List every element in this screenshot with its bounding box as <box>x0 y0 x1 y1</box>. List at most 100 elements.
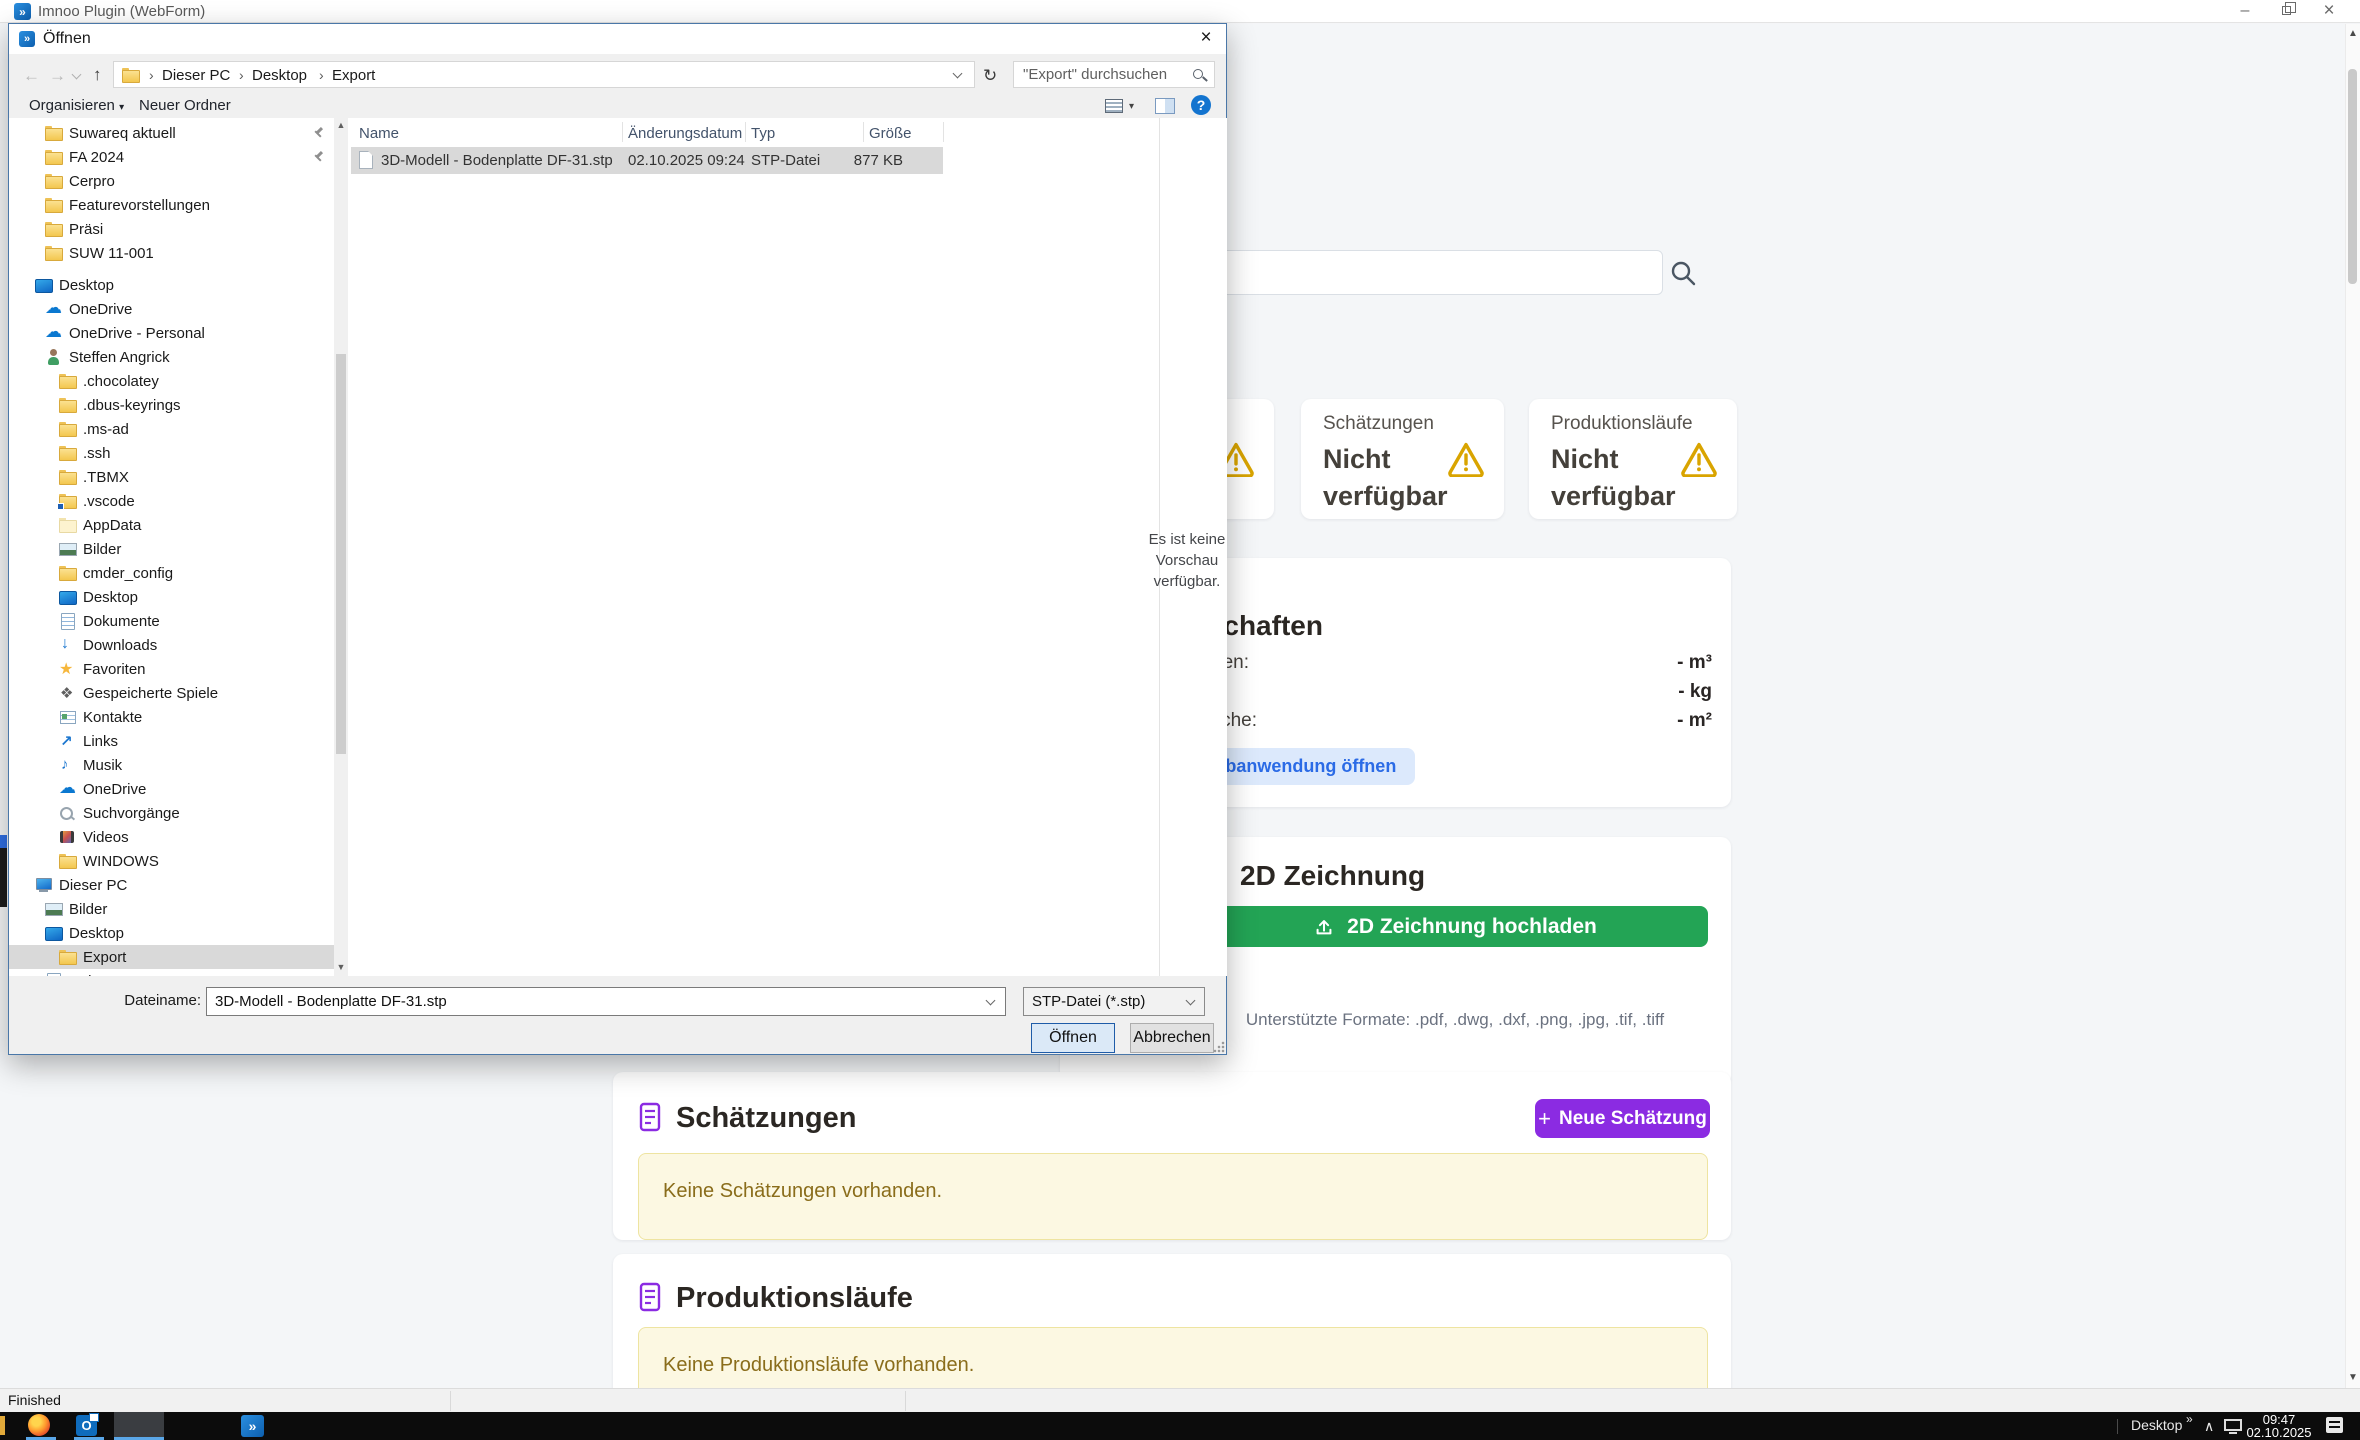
tree-item-kontakte[interactable]: Kontakte <box>9 705 334 729</box>
filetype-dropdown-chevron-icon <box>1186 996 1196 1006</box>
tree-item-favoriten[interactable]: Favoriten <box>9 657 334 681</box>
column-header-änderungsdatum[interactable]: Änderungsdatum <box>628 125 742 142</box>
open-button[interactable]: Öffnen <box>1031 1023 1115 1053</box>
column-separator[interactable] <box>863 122 864 142</box>
tree-scrollbar-thumb[interactable] <box>336 354 346 754</box>
filename-input[interactable]: 3D-Modell - Bodenplatte DF-31.stp <box>206 987 1006 1016</box>
card-label: Produktionsläufe <box>1551 413 1693 435</box>
tree-item-suchvorgänge[interactable]: Suchvorgänge <box>9 801 334 825</box>
tree-item-bilder[interactable]: Bilder <box>9 537 334 561</box>
view-mode-icon[interactable] <box>1105 99 1123 113</box>
filename-dropdown-chevron-icon[interactable] <box>986 996 996 1006</box>
dialog-close-button[interactable]: × <box>1186 24 1226 54</box>
clock[interactable]: 09:47 02.10.2025 <box>2246 1413 2312 1439</box>
column-header-typ[interactable]: Typ <box>751 125 775 142</box>
page-scrollbar-thumb[interactable] <box>2348 69 2357 284</box>
tree-item-cmder-config[interactable]: cmder_config <box>9 561 334 585</box>
breadcrumb-item[interactable]: Dieser PC <box>162 67 230 84</box>
tree-scroll-up-icon[interactable]: ▲ <box>335 120 347 130</box>
column-header-größe[interactable]: Größe <box>869 125 912 142</box>
tree-scroll-down-icon[interactable]: ▼ <box>335 962 347 972</box>
address-bar[interactable]: › Dieser PC › Desktop › Export <box>113 61 975 88</box>
tree-item-videos[interactable]: Videos <box>9 825 334 849</box>
tree-item-fa-2024[interactable]: FA 2024 <box>9 145 334 169</box>
tree-item-label: Desktop <box>83 589 138 606</box>
tree-item-suw-11-001[interactable]: SUW 11-001 <box>9 241 334 265</box>
search-field[interactable]: "Export" durchsuchen <box>1013 61 1215 88</box>
notification-center-icon[interactable] <box>2326 1417 2343 1433</box>
tree-item-musik[interactable]: Musik <box>9 753 334 777</box>
search-icon[interactable] <box>1666 258 1700 288</box>
tree-item-desktop[interactable]: Desktop <box>9 921 334 945</box>
upload-2d-drawing-button[interactable]: 2D Zeichnung hochladen <box>1202 906 1708 947</box>
new-estimate-button[interactable]: + Neue Schätzung <box>1535 1099 1710 1138</box>
file-row-3d-modell-bodenplatte-df-31-stp[interactable]: 3D-Modell - Bodenplatte DF-31.stp02.10.2… <box>351 147 943 174</box>
tree-item-dokumente[interactable]: Dokumente <box>9 969 334 976</box>
firefox-icon[interactable] <box>28 1414 50 1436</box>
resize-grip[interactable] <box>1213 1041 1225 1053</box>
tree-item-dokumente[interactable]: Dokumente <box>9 609 334 633</box>
restore-button[interactable] <box>2270 0 2304 23</box>
tree-item-desktop[interactable]: Desktop <box>9 585 334 609</box>
forward-icon[interactable]: → <box>49 66 66 86</box>
tree-item-dieser-pc[interactable]: Dieser PC <box>9 873 334 897</box>
tree-item-windows[interactable]: WINDOWS <box>9 849 334 873</box>
tree-item-gespeicherte-spiele[interactable]: Gespeicherte Spiele <box>9 681 334 705</box>
tree-item-links[interactable]: Links <box>9 729 334 753</box>
filetype-select[interactable]: STP-Datei (*.stp) <box>1023 987 1205 1016</box>
tree-item-appdata[interactable]: AppData <box>9 513 334 537</box>
partial-app-icon[interactable] <box>0 1416 5 1435</box>
tree-item-suwareq-aktuell[interactable]: Suwareq aktuell <box>9 121 334 145</box>
refresh-icon[interactable]: ↻ <box>983 66 997 86</box>
tree-item-ms-ad[interactable]: .ms-ad <box>9 417 334 441</box>
up-icon[interactable]: ↑ <box>93 65 102 85</box>
breadcrumb-item[interactable]: Desktop <box>252 67 307 84</box>
tree-item-ssh[interactable]: .ssh <box>9 441 334 465</box>
tree-item-onedrive-personal[interactable]: OneDrive - Personal <box>9 321 334 345</box>
tree-item-cerpro[interactable]: Cerpro <box>9 169 334 193</box>
desktop-toolbar[interactable]: Desktop <box>2131 1417 2182 1433</box>
new-folder-button[interactable]: Neuer Ordner <box>139 97 231 114</box>
tree-item-label: Desktop <box>59 277 114 294</box>
open-dialog: » Öffnen × ← → ↑ › Dieser PC › Desktop ›… <box>8 23 1227 1055</box>
organize-menu[interactable]: Organisieren ▾ <box>29 97 124 114</box>
dialog-title: Öffnen <box>43 24 91 54</box>
close-button[interactable]: × <box>2312 0 2346 23</box>
cancel-button[interactable]: Abbrechen <box>1130 1023 1214 1053</box>
tree-item-desktop[interactable]: Desktop <box>9 273 334 297</box>
view-dropdown-icon[interactable]: ▾ <box>1129 101 1134 112</box>
tree-item-tbmx[interactable]: .TBMX <box>9 465 334 489</box>
tree-item-dbus-keyrings[interactable]: .dbus-keyrings <box>9 393 334 417</box>
back-icon[interactable]: ← <box>23 66 40 86</box>
hidden-icons-chevron[interactable]: ∧ <box>2204 1418 2214 1435</box>
tree-item-onedrive[interactable]: OneDrive <box>9 297 334 321</box>
tree-item-bilder[interactable]: Bilder <box>9 897 334 921</box>
toolbar-overflow-icon[interactable]: » <box>2186 1412 2193 1426</box>
tree-item-featurevorstellungen[interactable]: Featurevorstellungen <box>9 193 334 217</box>
tree-item-onedrive[interactable]: OneDrive <box>9 777 334 801</box>
tree-item-vscode[interactable]: .vscode <box>9 489 334 513</box>
breadcrumb-item[interactable]: Export <box>332 67 375 84</box>
tree-item-chocolatey[interactable]: .chocolatey <box>9 369 334 393</box>
preview-pane-icon[interactable] <box>1155 98 1175 114</box>
folder-app-icon <box>59 493 76 509</box>
column-separator[interactable] <box>745 122 746 142</box>
address-dropdown-chevron-icon[interactable] <box>953 69 963 79</box>
column-header-name[interactable]: Name <box>359 125 399 142</box>
minimize-button[interactable]: – <box>2228 0 2262 23</box>
scroll-down-arrow[interactable]: ▼ <box>2347 1372 2359 1383</box>
help-icon[interactable]: ? <box>1191 95 1211 115</box>
network-icon[interactable] <box>2224 1419 2242 1431</box>
outlook-icon[interactable]: O <box>76 1415 97 1436</box>
scroll-up-arrow[interactable]: ▲ <box>2347 28 2359 39</box>
tree-item-downloads[interactable]: Downloads <box>9 633 334 657</box>
column-separator[interactable] <box>622 122 623 142</box>
tree-item-steffen-angrick[interactable]: Steffen Angrick <box>9 345 334 369</box>
status-card-produktionsläufe: ProduktionsläufeNicht verfügbar <box>1529 399 1737 519</box>
imnoo-taskbar-active[interactable]: » <box>114 1412 164 1440</box>
edge-panel <box>0 835 7 907</box>
recent-locations-chevron-icon[interactable] <box>72 70 82 80</box>
column-separator[interactable] <box>943 122 944 142</box>
tree-item-präsi[interactable]: Präsi <box>9 217 334 241</box>
tree-item-export[interactable]: Export <box>9 945 334 969</box>
